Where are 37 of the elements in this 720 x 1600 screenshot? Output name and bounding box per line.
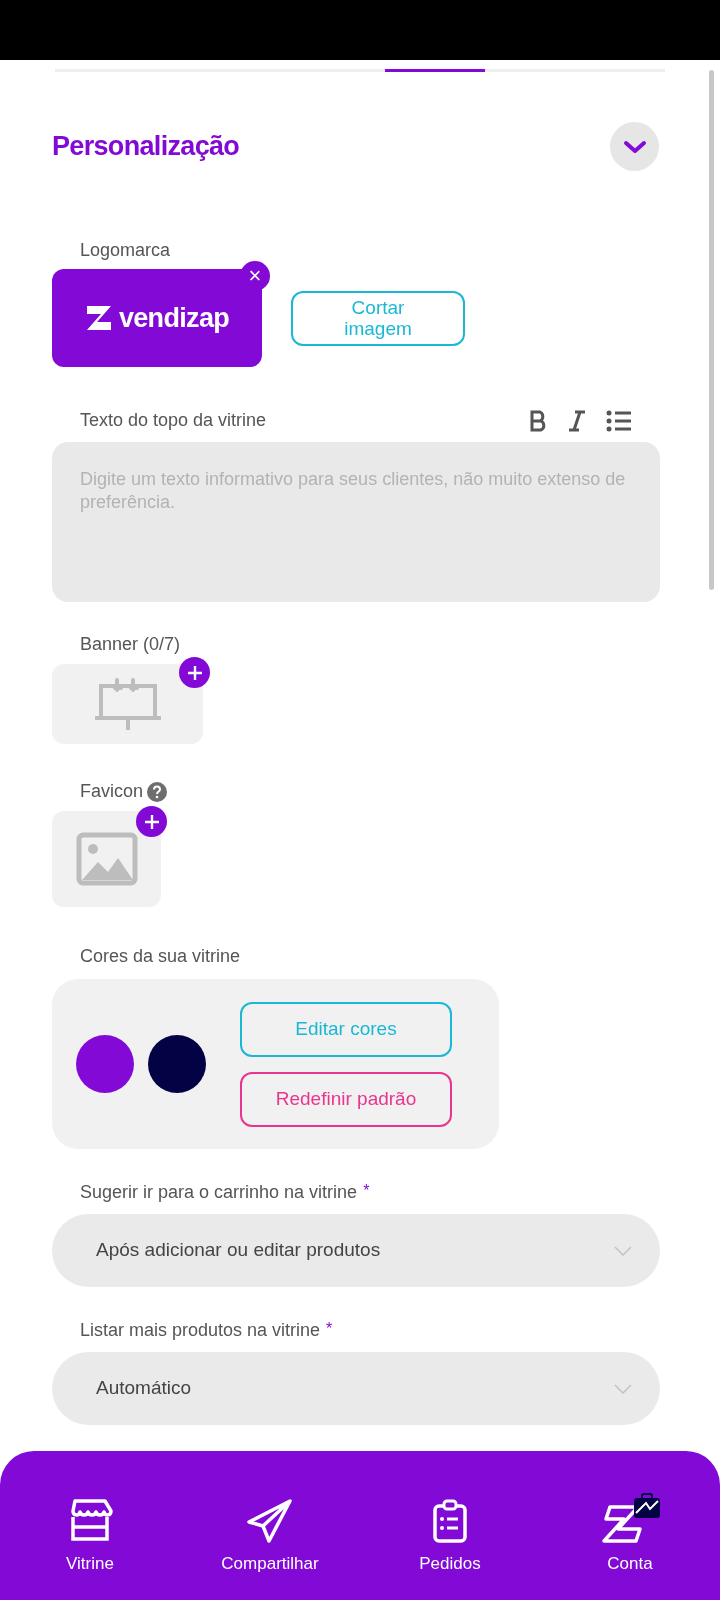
field-label: Logomarca — [80, 239, 172, 262]
chevron-down-icon — [614, 1245, 632, 1256]
chevron-down-icon — [622, 139, 647, 154]
field-label: Favicon — [80, 780, 144, 803]
nav-tab[interactable]: Pedidos — [375, 1493, 525, 1577]
required-asterisk: * — [363, 1181, 370, 1201]
favicon-upload-tile[interactable] — [52, 811, 161, 907]
dropdown-field[interactable]: Automático — [52, 1352, 660, 1425]
add-button[interactable] — [179, 657, 210, 688]
plus-icon — [143, 813, 160, 830]
plus-icon — [186, 664, 203, 681]
list-icon[interactable] — [606, 409, 632, 432]
image-icon — [75, 832, 138, 886]
field-label: Sugerir ir para o carrinho na vitrine — [80, 1181, 358, 1204]
italic-icon[interactable] — [568, 409, 586, 432]
add-button[interactable] — [136, 806, 167, 837]
chevron-down-icon — [614, 1383, 632, 1394]
section-title: Personalização — [52, 130, 240, 164]
color-swatch[interactable] — [148, 1035, 206, 1093]
field-label: Texto do topo da vitrine — [80, 409, 267, 432]
nav-tab[interactable]: Conta — [555, 1493, 705, 1577]
reset-default-button[interactable]: Redefinir padrão — [240, 1071, 452, 1127]
dropdown-field[interactable]: Após adicionar ou editar produtos — [52, 1214, 660, 1287]
required-asterisk: * — [326, 1319, 333, 1339]
z-logo-icon — [600, 1493, 660, 1543]
color-swatch[interactable] — [76, 1035, 134, 1093]
field-label: Banner (0/7) — [80, 633, 182, 656]
billboard-icon — [94, 678, 161, 730]
collapse-button[interactable] — [610, 122, 659, 171]
field-label: Cores da sua vitrine — [80, 945, 242, 968]
remove-button[interactable]: × — [240, 261, 270, 291]
nav-tab[interactable]: Vitrine — [15, 1493, 165, 1577]
banner-upload-tile[interactable] — [52, 664, 203, 744]
help-icon[interactable] — [147, 781, 168, 802]
field-label: Listar mais produtos na vitrine — [80, 1319, 321, 1342]
nav-tab[interactable]: Compartilhar — [195, 1493, 345, 1577]
bold-icon[interactable] — [530, 409, 548, 432]
